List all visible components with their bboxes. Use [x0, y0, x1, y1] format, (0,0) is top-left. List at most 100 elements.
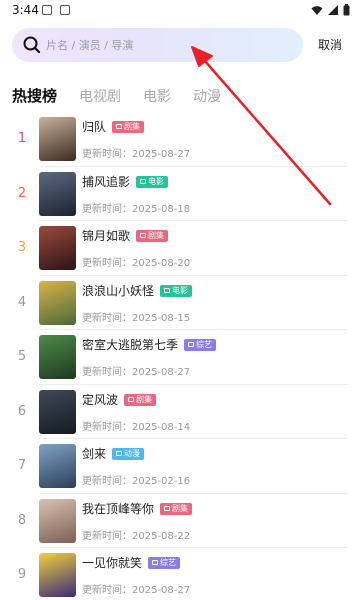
- status-bar: 3:44: [0, 0, 360, 22]
- badge-icon: [188, 342, 195, 347]
- category-tabs: 热搜榜 电视剧 电影 动漫: [12, 80, 243, 106]
- item-title[interactable]: 剑来: [82, 447, 106, 461]
- category-badge: 电影: [160, 284, 193, 297]
- badge-icon: [164, 287, 171, 293]
- item-title[interactable]: 锦月如歌: [82, 229, 130, 243]
- badge-label: 剧集: [124, 122, 141, 131]
- category-badge: 综艺: [184, 339, 217, 351]
- search-input[interactable]: 片名 / 演员 / 导演: [12, 28, 303, 62]
- list-item[interactable]: 7 剑来 动漫更新时间：2025-02-16: [0, 439, 360, 494]
- tab-movies[interactable]: 电影: [143, 86, 171, 106]
- item-title-line: 定风波 剧集: [82, 391, 157, 408]
- poster-thumbnail[interactable]: [39, 280, 76, 325]
- category-badge: 动漫: [112, 448, 145, 460]
- badge-icon: [164, 505, 171, 511]
- rank-number: 1: [17, 131, 27, 146]
- update-time: 更新时间：2025-08-14: [82, 421, 191, 433]
- badge-icon: [140, 233, 147, 238]
- update-time: 更新时间：2025-08-27: [82, 149, 191, 160]
- rank-number: 8: [17, 512, 27, 528]
- rank-number: 9: [17, 567, 27, 582]
- badge-label: 剧集: [172, 503, 189, 513]
- rank-number: 3: [17, 240, 27, 255]
- poster-thumbnail[interactable]: [39, 117, 76, 161]
- search-icon: [23, 36, 41, 54]
- rank-number: 4: [17, 294, 27, 310]
- update-time: 更新时间：2025-08-18: [82, 203, 191, 215]
- list-item[interactable]: 5 密室大逃脱第七季 综艺更新时间：2025-08-27: [0, 330, 360, 385]
- battery-icon: [343, 4, 350, 16]
- list-item[interactable]: 1 归队 剧集更新时间：2025-08-27: [0, 112, 360, 167]
- rank-number: 7: [17, 458, 27, 473]
- list-item[interactable]: 4 浪浪山小妖怪 电影更新时间：2025-08-15: [0, 276, 360, 330]
- category-badge: 综艺: [148, 557, 181, 569]
- item-title-line: 密室大逃脱第七季 综艺: [82, 336, 217, 353]
- item-title-line: 浪浪山小妖怪 电影: [82, 282, 193, 299]
- category-badge: 电影: [136, 175, 169, 188]
- poster-thumbnail[interactable]: [39, 226, 76, 270]
- list-item[interactable]: 9 一见你就笑 综艺更新时间：2025-08-27: [0, 548, 360, 600]
- poster-thumbnail[interactable]: [39, 444, 76, 488]
- badge-icon: [116, 124, 123, 129]
- update-time: 更新时间：2025-08-22: [82, 530, 191, 542]
- item-title[interactable]: 浪浪山小妖怪: [82, 284, 154, 298]
- item-title-line: 归队 剧集: [82, 118, 145, 135]
- item-title-line: 锦月如歌 剧集: [82, 227, 169, 244]
- update-time: 更新时间：2025-02-16: [82, 476, 191, 487]
- badge-label: 动漫: [124, 449, 141, 458]
- item-title[interactable]: 一见你就笑: [82, 556, 142, 570]
- tab-tv-series[interactable]: 电视剧: [79, 86, 121, 106]
- list-item[interactable]: 3 锦月如歌 剧集更新时间：2025-08-20: [0, 221, 360, 276]
- tab-hot-search[interactable]: 热搜榜: [12, 85, 57, 106]
- notification-a-icon: [42, 5, 52, 15]
- list-item[interactable]: 8 我在顶峰等你 剧集更新时间：2025-08-22: [0, 494, 360, 548]
- poster-thumbnail[interactable]: [39, 389, 76, 434]
- cancel-button[interactable]: 取消: [318, 36, 342, 53]
- badge-label: 电影: [148, 176, 165, 186]
- badge-label: 剧集: [148, 231, 165, 240]
- search-placeholder: 片名 / 演员 / 导演: [46, 39, 134, 52]
- category-badge: 剧集: [124, 393, 157, 406]
- poster-thumbnail[interactable]: [39, 553, 76, 597]
- update-time: 更新时间：2025-08-27: [82, 585, 191, 596]
- badge-label: 综艺: [160, 558, 177, 567]
- signal-icon: [328, 5, 338, 15]
- badge-label: 剧集: [136, 394, 153, 404]
- category-badge: 剧集: [136, 230, 169, 242]
- item-title[interactable]: 归队: [82, 120, 106, 134]
- item-title-line: 剑来 动漫: [82, 445, 145, 462]
- tab-anime[interactable]: 动漫: [193, 86, 221, 106]
- list-item[interactable]: 2 捕风追影 电影更新时间：2025-08-18: [0, 167, 360, 221]
- category-badge: 剧集: [160, 502, 193, 515]
- badge-label: 电影: [172, 285, 189, 295]
- badge-icon: [128, 396, 135, 402]
- status-right-icons: [311, 4, 350, 16]
- wifi-icon: [311, 6, 323, 15]
- rank-number: 2: [17, 185, 27, 201]
- poster-thumbnail[interactable]: [39, 498, 76, 543]
- badge-icon: [140, 178, 147, 184]
- item-title[interactable]: 定风波: [82, 393, 118, 407]
- rank-number: 6: [17, 403, 27, 419]
- notification-box-icon: [60, 5, 70, 15]
- category-badge: 剧集: [112, 121, 145, 133]
- item-title-line: 捕风追影 电影: [82, 173, 169, 190]
- search-row: 片名 / 演员 / 导演 取消: [0, 28, 360, 62]
- item-title[interactable]: 捕风追影: [82, 175, 130, 189]
- item-title[interactable]: 密室大逃脱第七季: [82, 338, 178, 352]
- rank-number: 5: [17, 349, 27, 364]
- poster-thumbnail[interactable]: [39, 171, 76, 216]
- update-time: 更新时间：2025-08-15: [82, 312, 191, 324]
- update-time: 更新时间：2025-08-20: [82, 258, 191, 269]
- badge-icon: [116, 451, 123, 456]
- item-title[interactable]: 我在顶峰等你: [82, 502, 154, 516]
- badge-label: 综艺: [196, 340, 213, 349]
- poster-thumbnail[interactable]: [39, 335, 76, 379]
- list-item[interactable]: 6 定风波 剧集更新时间：2025-08-14: [0, 385, 360, 439]
- status-time: 3:44: [12, 3, 39, 17]
- item-title-line: 一见你就笑 综艺: [82, 554, 181, 571]
- update-time: 更新时间：2025-08-27: [82, 367, 191, 378]
- badge-icon: [152, 560, 159, 565]
- item-title-line: 我在顶峰等你 剧集: [82, 500, 193, 517]
- hot-search-list: 1 归队 剧集 更新时间：2025-08-27 2 捕风追影 电影 更新时间：2025-08-…: [0, 112, 360, 600]
